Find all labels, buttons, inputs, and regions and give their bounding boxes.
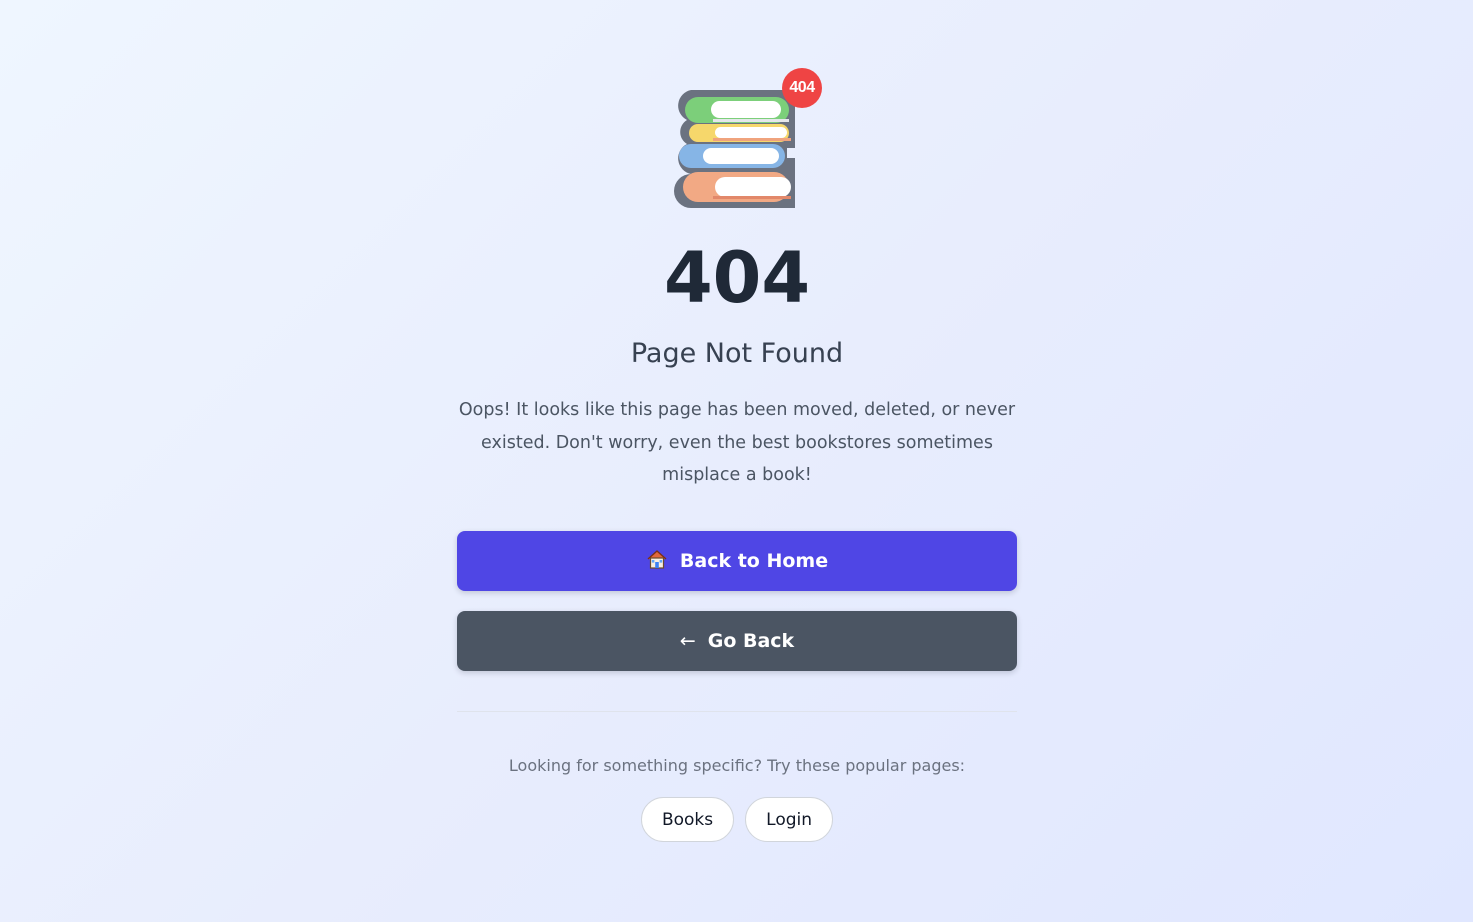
books-link[interactable]: Books	[640, 797, 735, 842]
popular-pages-label: Looking for something specific? Try thes…	[508, 756, 966, 775]
error-description: Oops! It looks like this page has been m…	[458, 400, 1016, 485]
back-to-home-button[interactable]: Back to Home	[457, 531, 1017, 591]
login-link[interactable]: Login	[745, 797, 834, 842]
page-title: Page Not Found	[630, 338, 844, 369]
error-code: 404	[663, 237, 811, 319]
books-stack-icon	[674, 90, 795, 208]
error-badge: 404	[782, 68, 822, 108]
arrow-left-icon: ←	[679, 630, 696, 652]
house-icon	[646, 548, 668, 575]
back-to-home-label: Back to Home	[679, 550, 829, 572]
go-back-button[interactable]: ← Go Back	[457, 611, 1017, 671]
popular-links: Books Login	[457, 797, 1017, 842]
go-back-label: Go Back	[707, 630, 795, 652]
books-illustration: 404	[673, 66, 823, 212]
section-divider	[457, 711, 1017, 712]
